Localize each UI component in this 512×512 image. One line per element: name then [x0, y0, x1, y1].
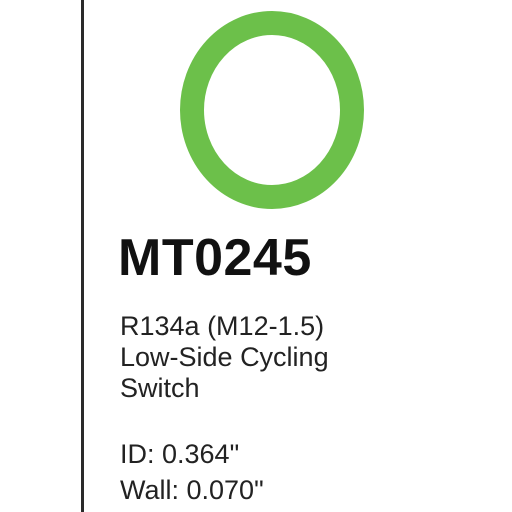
- product-description: R134a (M12-1.5) Low-Side Cycling Switch: [120, 311, 329, 404]
- spec-inner-diameter: ID: 0.364": [120, 439, 240, 469]
- part-number: MT0245: [118, 229, 312, 287]
- o-ring-shape: [180, 11, 364, 209]
- description-line-component: Switch: [120, 373, 200, 403]
- description-line-type: Low-Side Cycling: [120, 342, 329, 372]
- spec-wall-thickness: Wall: 0.070": [120, 475, 264, 505]
- o-ring-icon: [176, 7, 368, 213]
- product-specs: ID: 0.364" Wall: 0.070": [120, 436, 264, 508]
- o-ring-graphic: [180, 11, 364, 209]
- description-line-refrigerant: R134a (M12-1.5): [120, 311, 325, 341]
- column-divider: [81, 0, 84, 512]
- product-card: MT0245 R134a (M12-1.5) Low-Side Cycling …: [0, 0, 512, 512]
